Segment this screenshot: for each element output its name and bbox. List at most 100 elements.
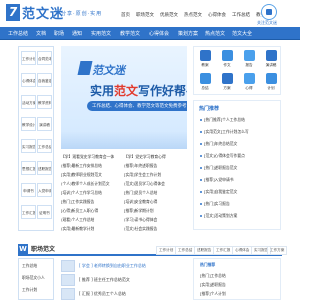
hot-item[interactable]: [实用范文]工作计划怎么写 <box>200 129 249 135</box>
left-menu-item[interactable]: 活动方案 <box>21 95 36 109</box>
hot-item[interactable]: [推荐]入党申请书 <box>200 177 234 183</box>
left-menu-item[interactable]: 自我鉴定 <box>37 73 52 87</box>
quick-link-label: 计划 <box>267 86 275 90</box>
section-left-link[interactable]: 职场范文小人 <box>22 275 45 281</box>
left-menu-item[interactable]: 教学资料 <box>37 95 52 109</box>
quick-link[interactable]: 计划 <box>260 71 282 93</box>
section-article-link[interactable]: [ 学会 ] 老师转换到自由职业工作总结 <box>79 263 146 269</box>
quick-link[interactable]: 作文 <box>216 48 238 70</box>
left-menu-item[interactable]: 合同范本 <box>37 51 52 65</box>
quick-link[interactable]: 总结 <box>194 71 216 93</box>
category-nav-item[interactable]: 教学范文 <box>120 30 140 37</box>
category-nav-item[interactable]: 热点范文 <box>205 30 225 37</box>
top-nav-item[interactable]: 工作总结 <box>232 12 250 18</box>
section-left-link[interactable]: 工作计划 <box>22 287 37 293</box>
article-thumbnail[interactable] <box>61 260 75 272</box>
quick-link[interactable]: 心得 <box>238 71 260 93</box>
hot-item[interactable]: [范文]心得体会写作要点 <box>200 153 245 159</box>
article-link[interactable]: (推荐)最新工作安排总结 <box>61 163 102 169</box>
article-link[interactable]: [实用]教师职业规划范文 <box>61 172 102 178</box>
category-nav-item[interactable]: 职场 <box>54 30 64 37</box>
article-link[interactable]: [推荐]新学期计划 <box>124 208 154 214</box>
left-menu-item[interactable]: 心得体会 <box>21 73 36 87</box>
hot-item[interactable]: [实用]自我鉴定范文 <box>200 189 237 195</box>
hero-banner[interactable]: 范文迷 实用范文写作好帮手 工作总结、心得体会、教学范文等范文免费参考 <box>61 46 187 149</box>
article-link[interactable]: (范文)社会实践报告 <box>124 226 157 232</box>
top-nav-item[interactable]: 心得体会 <box>208 12 226 18</box>
left-menu-item[interactable]: 述职报告 <box>37 161 52 175</box>
hot-item-text[interactable]: [推荐]入党申请书 <box>204 177 234 182</box>
quick-link[interactable]: 演讲稿 <box>260 48 282 70</box>
section-article-link[interactable]: [ 推荐 ] 班主任工作总结范文 <box>79 277 130 283</box>
hot-item-text[interactable]: [范文]心得体会写作要点 <box>204 153 245 158</box>
left-menu-item[interactable]: 工作总结 <box>37 139 52 153</box>
left-menu-item[interactable]: 思想汇报 <box>21 161 36 175</box>
section-tab[interactable]: 工作总结 <box>175 246 196 255</box>
list-icon <box>199 73 211 84</box>
article-thumbnail[interactable] <box>61 274 75 286</box>
quick-link[interactable]: 教案 <box>194 48 216 70</box>
article-link[interactable]: [实用]学生会工作计划 <box>124 172 161 178</box>
category-nav-item[interactable]: 工作总结 <box>8 30 28 37</box>
quick-link[interactable]: 方案 <box>216 71 238 93</box>
category-nav-item[interactable]: 文档 <box>36 30 46 37</box>
left-menu-item[interactable]: 实习报告 <box>21 139 36 153</box>
hot-item[interactable]: [热门]实习报告 <box>200 201 230 207</box>
hot-item[interactable]: [热门]述职报告范文 <box>200 165 237 171</box>
article-link[interactable]: (学习)读书心得体会 <box>124 217 157 223</box>
left-menu-item[interactable]: 申请书 <box>21 183 36 197</box>
left-menu-item[interactable]: 教学设计 <box>21 117 36 131</box>
section-article-link[interactable]: [ 汇报 ] 优秀员工个人总结 <box>79 291 126 297</box>
hot-item-text[interactable]: [热门]述职报告范文 <box>204 165 237 170</box>
qr-code-icon[interactable] <box>261 4 277 20</box>
section-left-link[interactable]: 工作总结 <box>22 263 37 269</box>
left-menu-item[interactable]: 入党申请 <box>37 183 52 197</box>
section-tab[interactable]: 述职报告 <box>194 246 215 255</box>
article-link[interactable]: 【学】观看党史学习教育会一体 <box>61 154 114 160</box>
article-link[interactable]: [培训]个人工作学习总结 <box>61 190 102 196</box>
hot-item[interactable]: [热门推荐]个人工作总结 <box>200 117 245 123</box>
article-thumbnail[interactable] <box>61 288 75 300</box>
left-menu-item[interactable]: 演讲稿 <box>37 117 52 131</box>
section-hot-item[interactable]: [热门]工作总结 <box>200 273 226 279</box>
top-nav-item[interactable]: 职场范文 <box>136 12 154 18</box>
article-link[interactable]: [心得]新员工入职心得 <box>61 208 98 214</box>
article-link[interactable]: 【学】党史学习教育心得 <box>124 154 166 160</box>
article-link[interactable]: [热门]党员个人总结 <box>124 190 157 196</box>
hot-item[interactable]: [热门]年终总结范文 <box>200 141 237 147</box>
section-hot-item[interactable]: [推荐]个人计划 <box>200 291 226 297</box>
section-tab[interactable]: 工作汇报 <box>213 246 234 255</box>
article-link[interactable]: (推荐)年终述职报告 <box>124 163 157 169</box>
section-hot-item[interactable]: [实用]述职报告 <box>200 282 226 288</box>
section-tab[interactable]: 工作方案 <box>267 246 288 255</box>
section-tab[interactable]: 工作计划 <box>156 246 177 255</box>
category-nav-item[interactable]: 心得体会 <box>149 30 169 37</box>
article-link[interactable]: (范文)团员学习心得体会 <box>124 181 165 187</box>
hot-item[interactable]: [范文]活动策划方案 <box>200 213 237 219</box>
top-nav-item[interactable]: 优质范文 <box>160 12 178 18</box>
top-nav-item[interactable]: 热点范文 <box>184 12 202 18</box>
hot-item-text[interactable]: [实用范文]工作计划怎么写 <box>204 129 249 134</box>
section-tab[interactable]: 心得体会 <box>232 246 253 255</box>
top-nav: 首页 职场范文 优质范文 热点范文 心得体会 工作总结 教学范文 <box>121 12 274 18</box>
hot-item-text[interactable]: [热门]实习报告 <box>204 201 230 206</box>
category-nav-item[interactable]: 实用范文 <box>91 30 111 37</box>
category-nav-item[interactable]: 策划方案 <box>178 30 198 37</box>
article-link[interactable]: (实用)最新教学计划 <box>61 226 94 232</box>
site-logo[interactable]: 7 范文迷 <box>6 3 64 22</box>
left-menu-item[interactable]: 证明书 <box>37 205 52 219</box>
quick-link[interactable]: 报告 <box>238 48 260 70</box>
hot-item-text[interactable]: [热门推荐]个人工作总结 <box>204 117 245 122</box>
hot-item-text[interactable]: [实用]自我鉴定范文 <box>204 189 237 194</box>
left-menu-item[interactable]: 工作汇报 <box>21 205 36 219</box>
article-link[interactable]: (个人)教师个人成长计划范文 <box>61 181 110 187</box>
hot-item-text[interactable]: [热门]年终总结范文 <box>204 141 237 146</box>
category-nav-item[interactable]: 通知 <box>72 30 82 37</box>
category-nav-item[interactable]: 范文大全 <box>232 30 252 37</box>
top-nav-item[interactable]: 首页 <box>121 12 130 18</box>
article-link[interactable]: [热门]工作实践报告 <box>61 199 94 205</box>
article-link[interactable]: [培训]安全教育心得 <box>124 199 157 205</box>
article-link[interactable]: (观看)个人工作总结 <box>61 217 94 223</box>
hot-item-text[interactable]: [范文]活动策划方案 <box>204 213 237 218</box>
left-menu-item[interactable]: 工作计划 <box>21 51 36 65</box>
